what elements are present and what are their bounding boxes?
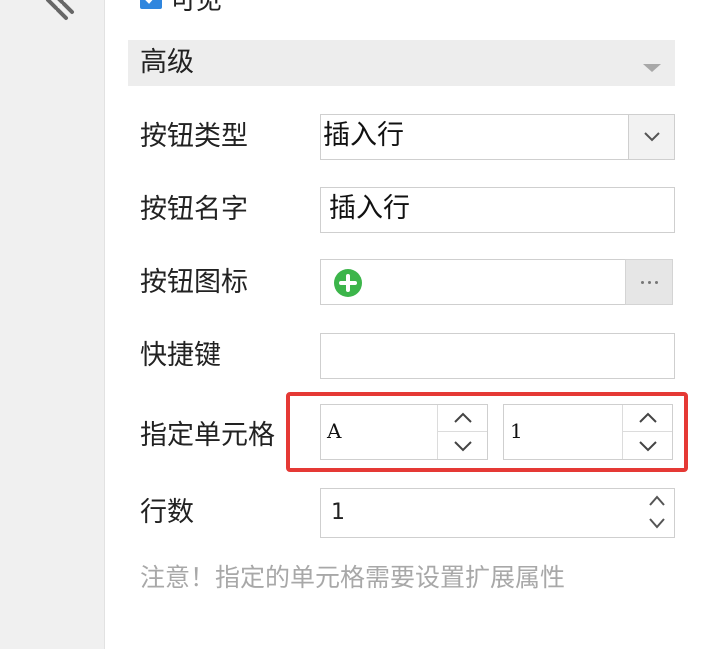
shortcut-label: 快捷键 xyxy=(140,340,221,371)
cell-label: 指定单元格 xyxy=(140,420,275,451)
button-type-value: 插入行 xyxy=(323,120,404,151)
button-icon-label: 按钮图标 xyxy=(140,267,248,298)
button-name-label: 按钮名字 xyxy=(140,194,248,225)
button-icon-field[interactable] xyxy=(320,259,626,305)
row-count-value: 1 xyxy=(331,500,345,525)
button-type-select[interactable]: 插入行 xyxy=(320,114,675,160)
choose-icon-button[interactable] xyxy=(625,259,673,305)
visible-option[interactable]: 可见 xyxy=(140,0,222,16)
button-name-value: 插入行 xyxy=(329,193,410,224)
cell-highlight-box xyxy=(286,392,688,472)
row-count-label: 行数 xyxy=(140,497,194,528)
button-name-input[interactable]: 插入行 xyxy=(320,187,675,233)
section-title: 高级 xyxy=(140,47,194,78)
properties-panel xyxy=(105,0,721,649)
button-type-dropdown-button[interactable] xyxy=(628,115,674,159)
link-icon[interactable] xyxy=(40,0,80,26)
left-tool-strip xyxy=(0,0,105,649)
button-type-label: 按钮类型 xyxy=(140,121,248,152)
caret-down-icon xyxy=(643,64,661,72)
check-icon xyxy=(145,0,153,4)
advanced-section-header[interactable]: 高级 xyxy=(128,40,675,86)
shortcut-input[interactable] xyxy=(320,333,675,379)
visible-label: 可见 xyxy=(170,0,223,16)
plus-circle-icon xyxy=(334,269,362,297)
chevron-down-icon[interactable] xyxy=(646,515,668,531)
visible-checkbox[interactable] xyxy=(140,0,162,9)
chevron-up-icon[interactable] xyxy=(646,493,668,509)
row-count-stepper-buttons xyxy=(640,489,674,537)
row-count-stepper[interactable]: 1 xyxy=(320,488,675,538)
chevron-down-icon xyxy=(644,132,660,142)
note-text: 注意！指定的单元格需要设置扩展属性 xyxy=(140,563,566,592)
